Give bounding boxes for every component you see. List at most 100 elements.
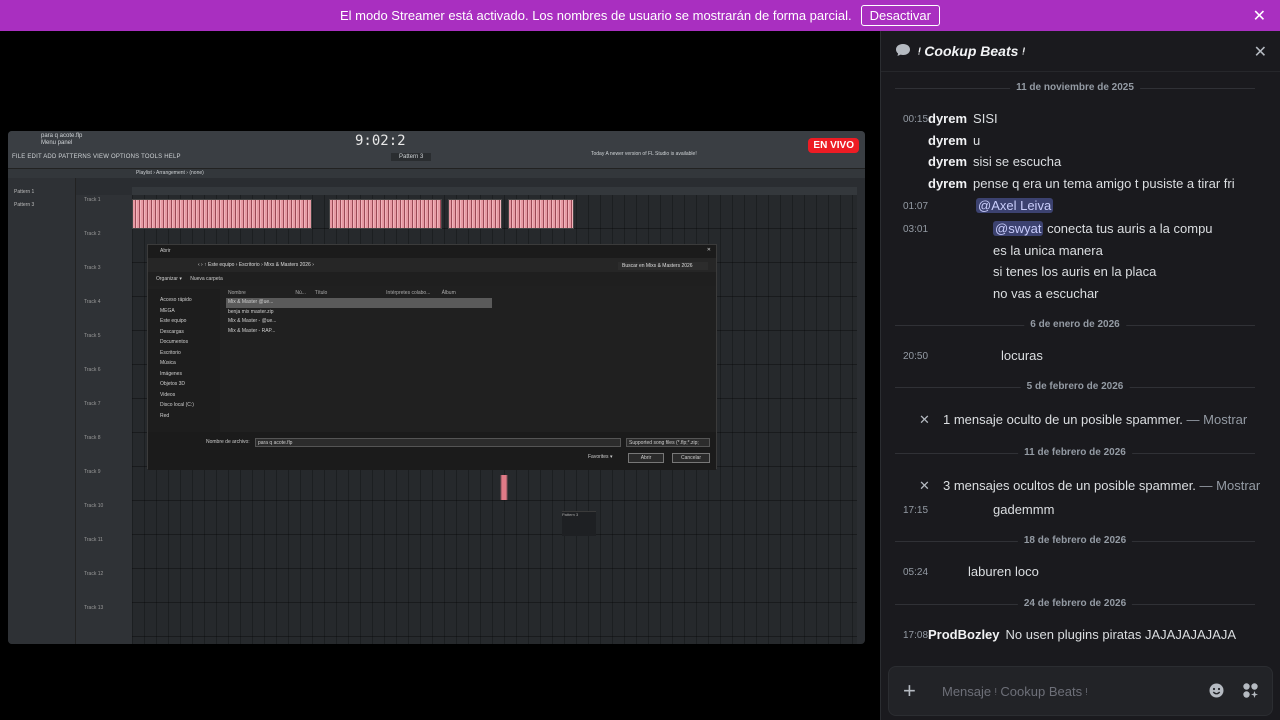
sidebar-item[interactable]: Escritorio bbox=[160, 348, 220, 359]
column-header[interactable]: Álbum bbox=[442, 290, 456, 296]
timestamp: 01:07 bbox=[903, 201, 929, 212]
message-input[interactable]: Mensaje ᵎ Cookup Beats ᵎ bbox=[942, 684, 1088, 699]
file-row[interactable]: Mix & Master - @ue... bbox=[226, 317, 716, 327]
username[interactable]: dyrem bbox=[928, 154, 967, 169]
column-header[interactable]: Nú... bbox=[295, 290, 313, 296]
chat-message: ProdBozley No usen plugins piratas JAJAJA… bbox=[928, 627, 1236, 642]
chat-message: locuras bbox=[1001, 348, 1043, 363]
fl-time-display: 9:02:2 bbox=[355, 133, 406, 149]
dialog-search[interactable]: Buscar en Mixs & Masters 2026 bbox=[618, 262, 708, 270]
audio-clip bbox=[508, 199, 574, 229]
pattern-list-items: Pattern 1 Pattern 3 bbox=[8, 178, 75, 212]
track-label: Track 3 bbox=[84, 265, 101, 271]
timestamp: 20:50 bbox=[903, 351, 929, 362]
organize-button[interactable]: Organizar ▾ bbox=[156, 276, 182, 282]
date-label: 24 de febrero de 2026 bbox=[1017, 598, 1133, 609]
track-label: Track 1 bbox=[84, 197, 101, 203]
fl-project-file: para q acote.flp bbox=[41, 133, 83, 139]
dialog-path[interactable]: ‹ › ↑ Este equipo › Escritorio › Mixs & … bbox=[198, 262, 314, 268]
open-file-dialog: Abrir ✕ ‹ › ↑ Este equipo › Escritorio ›… bbox=[147, 244, 717, 470]
chat-message: laburen loco bbox=[968, 564, 1039, 579]
filename-label: Nombre de archivo: bbox=[206, 439, 250, 445]
sidebar-item[interactable]: Videos bbox=[160, 390, 220, 401]
show-hidden-link[interactable]: — Mostrar bbox=[1187, 412, 1248, 427]
chat-message: dyrem sisi se escucha bbox=[928, 154, 1061, 169]
audio-clip bbox=[448, 199, 502, 229]
message-text: SISI bbox=[973, 111, 998, 126]
date-label: 11 de noviembre de 2025 bbox=[1010, 82, 1140, 93]
sidebar-item[interactable]: Documentos bbox=[160, 337, 220, 348]
timestamp: 17:15 bbox=[903, 505, 929, 516]
emoji-icon[interactable] bbox=[1209, 683, 1224, 698]
sidebar-item[interactable]: Música bbox=[160, 358, 220, 369]
sidebar-item[interactable]: Acceso rápido bbox=[160, 295, 220, 306]
track-label: Track 4 bbox=[84, 299, 101, 305]
show-hidden-link[interactable]: — Mostrar bbox=[1200, 478, 1261, 493]
username[interactable]: dyrem bbox=[928, 111, 967, 126]
message-text: sisi se escucha bbox=[973, 154, 1062, 169]
sidebar-item[interactable]: Disco local (C:) bbox=[160, 400, 220, 411]
close-icon[interactable]: ✕ bbox=[707, 247, 711, 253]
date-divider: 11 de noviembre de 2025 bbox=[895, 82, 1255, 94]
stream-video[interactable]: para q acote.flp Menu panel 9:02:2 FILE … bbox=[8, 131, 865, 644]
timestamp: 00:15 bbox=[903, 114, 929, 125]
live-badge: EN VIVO bbox=[808, 138, 859, 153]
track-label: Track 13 bbox=[84, 605, 104, 611]
open-button[interactable]: Abrir bbox=[628, 453, 664, 463]
cancel-button[interactable]: Cancelar bbox=[672, 453, 710, 463]
chat-message: si tenes los auris en la placa bbox=[993, 264, 1157, 279]
sidebar-item[interactable]: Descargas bbox=[160, 327, 220, 338]
user-mention[interactable]: @swyat bbox=[993, 221, 1044, 236]
chat-title: ᵎ Cookup Beats ᵎ bbox=[918, 43, 1025, 59]
date-divider: 24 de febrero de 2026 bbox=[895, 598, 1255, 610]
close-icon[interactable]: ✕ bbox=[1253, 6, 1266, 26]
deactivate-button[interactable]: Desactivar bbox=[860, 5, 940, 26]
apps-icon[interactable] bbox=[1242, 682, 1259, 699]
audio-clip bbox=[132, 199, 312, 229]
audio-clip bbox=[494, 475, 514, 500]
streamer-mode-banner: El modo Streamer está activado. Los nomb… bbox=[0, 0, 1280, 31]
fl-project-title: para q acote.flp Menu panel bbox=[41, 133, 82, 147]
sidebar-item[interactable]: MEGA bbox=[160, 306, 220, 317]
message-text: conecta tus auris a la compu bbox=[1047, 221, 1213, 236]
close-icon[interactable]: ✕ bbox=[919, 412, 930, 428]
file-list-header: Nombre Nú... Título Intérpretes colabo..… bbox=[226, 289, 716, 298]
chat-message: dyrem SISI bbox=[928, 111, 998, 126]
track-label: Track 9 bbox=[84, 469, 101, 475]
file-row[interactable]: benja mix master.zip bbox=[226, 308, 716, 318]
username[interactable]: ProdBozley bbox=[928, 627, 1000, 642]
fl-news: Today A newer version of FL Studio is av… bbox=[591, 151, 697, 157]
fl-toolbar: para q acote.flp Menu panel 9:02:2 FILE … bbox=[8, 131, 865, 169]
track-label: Track 7 bbox=[84, 401, 101, 407]
column-header[interactable]: Intérpretes colabo... bbox=[386, 290, 440, 296]
sidebar-item[interactable]: Objetos 3D bbox=[160, 379, 220, 390]
add-attachment-icon[interactable]: + bbox=[903, 678, 916, 704]
username[interactable]: dyrem bbox=[928, 176, 967, 191]
filename-input[interactable]: para q acote.flp bbox=[255, 438, 621, 447]
favorites-dropdown[interactable]: Favorites ▾ bbox=[588, 454, 612, 460]
close-icon[interactable]: ✕ bbox=[1254, 42, 1267, 62]
dialog-sidebar: Acceso rápido MEGA Este equipo Descargas… bbox=[148, 289, 220, 432]
track-label: Track 8 bbox=[84, 435, 101, 441]
dialog-address-bar[interactable]: ‹ › ↑ Este equipo › Escritorio › Mixs & … bbox=[148, 258, 716, 272]
dialog-title: Abrir bbox=[160, 248, 171, 254]
file-row[interactable]: Mix & Master @ue... bbox=[226, 298, 492, 308]
file-row[interactable]: Mix & Master - RAP... bbox=[226, 327, 716, 337]
username[interactable]: dyrem bbox=[928, 133, 967, 148]
timestamp: 17:08 bbox=[903, 630, 929, 641]
user-mention[interactable]: @Axel Leiva bbox=[976, 198, 1054, 213]
date-divider: 11 de febrero de 2026 bbox=[895, 447, 1255, 459]
message-composer[interactable]: + Mensaje ᵎ Cookup Beats ᵎ bbox=[888, 666, 1273, 716]
column-header[interactable]: Título bbox=[315, 290, 385, 296]
date-label: 5 de febrero de 2026 bbox=[1020, 381, 1130, 392]
new-folder-button[interactable]: Nueva carpeta bbox=[190, 276, 223, 282]
sidebar-item[interactable]: Imágenes bbox=[160, 369, 220, 380]
chat-message: dyrem u bbox=[928, 133, 980, 148]
column-header[interactable]: Nombre bbox=[228, 290, 294, 296]
sidebar-item[interactable]: Red bbox=[160, 411, 220, 422]
close-icon[interactable]: ✕ bbox=[919, 478, 930, 494]
chat-message: gademmm bbox=[993, 502, 1055, 517]
file-type-select[interactable]: Supported song files (*.flp;*.zip; bbox=[626, 438, 710, 447]
sidebar-item[interactable]: Este equipo bbox=[160, 316, 220, 327]
track-label: Track 12 bbox=[84, 571, 104, 577]
